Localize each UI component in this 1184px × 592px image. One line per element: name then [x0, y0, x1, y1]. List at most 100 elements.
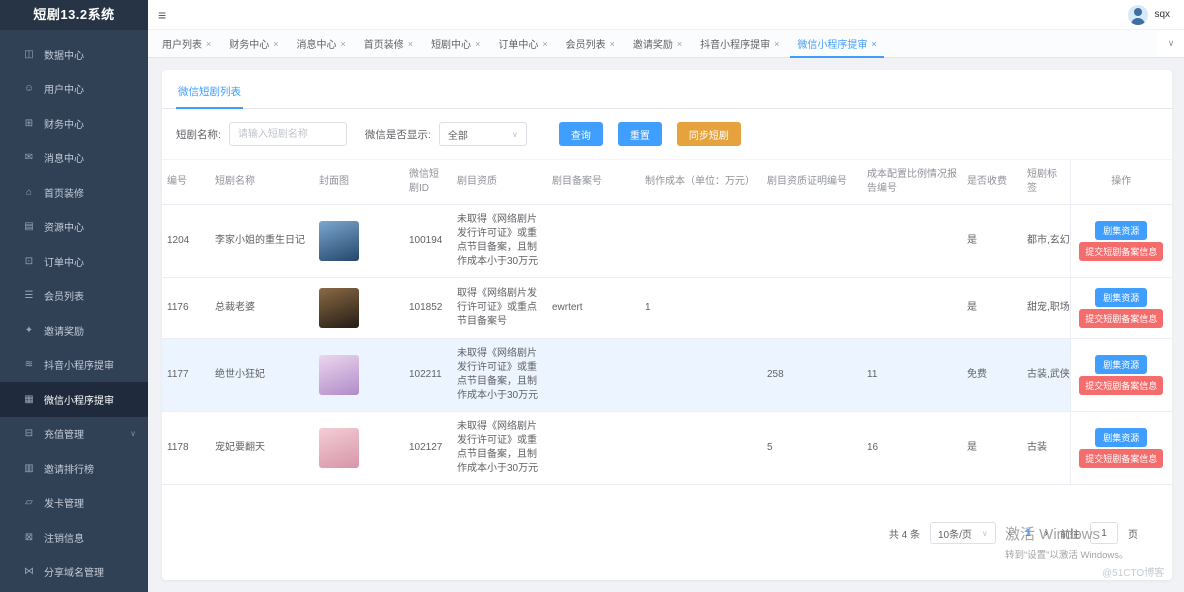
tab-用户列表[interactable]: 用户列表 × [153, 30, 220, 57]
close-tab-icon[interactable]: × [341, 39, 346, 49]
sidebar-item-resource-center[interactable]: ▤资源中心 [0, 210, 148, 245]
cell: 取得《网络剧片发行许可证》或重点节目备案号 [452, 278, 547, 339]
sidebar-item-user-center[interactable]: ☺用户中心 [0, 72, 148, 107]
hamburger-menu-icon[interactable]: ≡ [158, 7, 166, 23]
cell: 免费 [962, 339, 1022, 412]
sidebar-item-label: 抖音小程序提审 [44, 357, 114, 372]
layers-icon: ≋ [22, 359, 36, 370]
cell: ewrtert [547, 278, 640, 339]
user-menu[interactable]: sqx [1128, 5, 1170, 25]
goto-label: 前往 [1060, 526, 1080, 541]
sidebar-item-home-decor[interactable]: ⌂首页装修 [0, 175, 148, 210]
cover-image[interactable] [319, 355, 359, 395]
sidebar-item-data-center[interactable]: ◫数据中心 [0, 37, 148, 72]
sidebar-item-card-manage[interactable]: ▱发卡管理 [0, 486, 148, 521]
column-header: 剧目资质证明编号 [762, 160, 862, 205]
sidebar-item-member-list[interactable]: ☰ 会员列表 [0, 279, 148, 314]
goto-page-input[interactable] [1090, 522, 1118, 544]
reset-button[interactable]: 重置 [618, 122, 662, 146]
close-tab-icon[interactable]: × [206, 39, 211, 49]
episodes-resource-button[interactable]: 剧集资源 [1095, 221, 1147, 240]
prev-page-icon[interactable]: ‹ [1006, 528, 1013, 539]
sidebar-item-label: 充值管理 [44, 426, 84, 441]
cover-image[interactable] [319, 428, 359, 468]
cell-actions: 剧集资源提交短剧备案信息 [1070, 412, 1172, 485]
sidebar-item-wechat-review[interactable]: ▦微信小程序提审 [0, 382, 148, 417]
cell: 16 [862, 412, 962, 485]
submit-filing-button[interactable]: 提交短剧备案信息 [1079, 376, 1163, 395]
close-tab-icon[interactable]: × [273, 39, 278, 49]
submit-filing-button[interactable]: 提交短剧备案信息 [1079, 449, 1163, 468]
column-header: 短剧标签 [1022, 160, 1070, 205]
tabbar-dropdown-icon[interactable]: ∨ [1158, 30, 1184, 57]
sidebar-item-order-center[interactable]: ⊡订单中心 [0, 244, 148, 279]
tab-财务中心[interactable]: 财务中心× [220, 30, 287, 57]
page-number[interactable]: 1 [1023, 528, 1033, 539]
submit-filing-button[interactable]: 提交短剧备案信息 [1079, 309, 1163, 328]
tab-label: 邀请奖励 [633, 36, 673, 51]
cell: 102127 [404, 412, 452, 485]
drama-name-input[interactable] [229, 122, 347, 146]
sidebar-item-label: 会员列表 [44, 288, 84, 303]
close-tab-icon[interactable]: × [475, 39, 480, 49]
data-chart-icon: ◫ [22, 49, 36, 60]
tab-wechat-drama-list[interactable]: 微信短剧列表 [176, 84, 243, 109]
sidebar-item-invite-reward[interactable]: ✦邀请奖励 [0, 313, 148, 348]
cell-cover [314, 205, 404, 278]
column-header: 操作 [1070, 160, 1172, 205]
sidebar-item-logout-info[interactable]: ⊠注销信息 [0, 520, 148, 555]
episodes-resource-button[interactable]: 剧集资源 [1095, 428, 1147, 447]
cell: 是 [962, 412, 1022, 485]
sidebar-item-label: 消息中心 [44, 150, 84, 165]
wallet2-icon: ⊟ [22, 428, 36, 439]
tab-label: 微信小程序提审 [797, 36, 867, 51]
search-button[interactable]: 查询 [559, 122, 603, 146]
episodes-resource-button[interactable]: 剧集资源 [1095, 355, 1147, 374]
tab-订单中心[interactable]: 订单中心× [489, 30, 556, 57]
table-row: 1178宠妃要翻天102127未取得《网络剧片发行许可证》或重点节目备案，且制作… [162, 412, 1172, 485]
table-header-row: 编号短剧名称封面图微信短剧ID剧目资质剧目备案号制作成本（单位：万元）剧目资质证… [162, 160, 1172, 205]
tab-首页装修[interactable]: 首页装修× [355, 30, 422, 57]
close-tab-icon[interactable]: × [610, 39, 615, 49]
cover-image[interactable] [319, 221, 359, 261]
list-icon: ☰ [22, 290, 36, 301]
column-header: 封面图 [314, 160, 404, 205]
submit-filing-button[interactable]: 提交短剧备案信息 [1079, 242, 1163, 261]
cell [762, 205, 862, 278]
close-tab-icon[interactable]: × [408, 39, 413, 49]
close-tab-icon[interactable]: × [542, 39, 547, 49]
sidebar-item-label: 资源中心 [44, 219, 84, 234]
close-tab-icon[interactable]: × [677, 39, 682, 49]
tab-会员列表[interactable]: 会员列表 × [557, 30, 624, 57]
drama-name-label: 短剧名称: [176, 127, 221, 142]
tab-抖音小程序提审[interactable]: 抖音小程序提审 × [691, 30, 788, 57]
panel-tab-row: 微信短剧列表 [162, 70, 1172, 109]
cell: 甜宠,职场 [1022, 278, 1070, 339]
tab-label: 抖音小程序提审 [700, 36, 770, 51]
sidebar-item-invite-rank[interactable]: ▥邀请排行榜 [0, 451, 148, 486]
sidebar-item-douyin-review[interactable]: ≋ 抖音小程序提审 [0, 348, 148, 383]
tab-短剧中心[interactable]: 短剧中心× [422, 30, 489, 57]
sidebar-item-recharge-manage[interactable]: ⊟充值管理∨ [0, 417, 148, 452]
cell-actions: 剧集资源提交短剧备案信息 [1070, 205, 1172, 278]
cell [640, 339, 762, 412]
sidebar-item-share-domain[interactable]: ⋈分享域名管理 [0, 555, 148, 590]
close-tab-icon[interactable]: × [871, 39, 876, 49]
wechat-display-select[interactable]: 全部 ∨ [439, 122, 527, 146]
episodes-resource-button[interactable]: 剧集资源 [1095, 288, 1147, 307]
next-page-icon[interactable]: › [1043, 528, 1050, 539]
tab-微信小程序提审[interactable]: 微信小程序提审 × [788, 30, 885, 57]
sidebar-item-label: 发卡管理 [44, 495, 84, 510]
close-tab-icon[interactable]: × [774, 39, 779, 49]
tab-label: 用户列表 [162, 36, 202, 51]
tab-消息中心[interactable]: 消息中心× [288, 30, 355, 57]
tab-label: 会员列表 [566, 36, 606, 51]
tabs: 用户列表×财务中心×消息中心×首页装修×短剧中心×订单中心×会员列表×邀请奖励×… [153, 30, 886, 57]
sidebar-item-message-center[interactable]: ✉消息中心 [0, 141, 148, 176]
sidebar-item-finance-center[interactable]: ⊞财务中心 [0, 106, 148, 141]
sync-drama-button[interactable]: 同步短剧 [677, 122, 741, 146]
page-size-select[interactable]: 10条/页 ∨ [930, 522, 996, 544]
content: 微信短剧列表 短剧名称: 微信是否显示: 全部 ∨ 查询 重置 同步短剧 [148, 58, 1184, 592]
tab-邀请奖励[interactable]: 邀请奖励 × [624, 30, 691, 57]
cover-image[interactable] [319, 288, 359, 328]
